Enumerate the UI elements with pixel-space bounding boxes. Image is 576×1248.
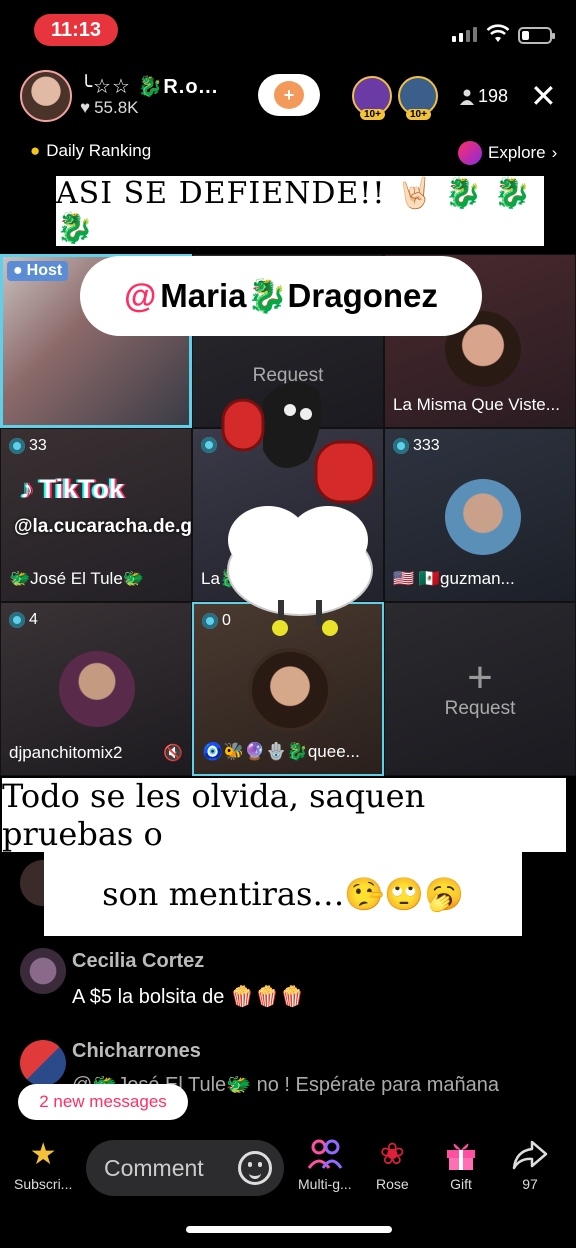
- guest-name: djpanchitomix2: [9, 743, 123, 762]
- guest-cell[interactable]: 4 djpanchitomix2 🔇: [0, 602, 192, 776]
- share-button[interactable]: 97: [512, 1138, 548, 1192]
- request-label: Request: [444, 698, 516, 719]
- guest-name: La Misma Que Viste...: [393, 395, 560, 414]
- daily-ranking[interactable]: ● Daily Ranking: [30, 141, 151, 161]
- follow-button[interactable]: +: [258, 74, 320, 116]
- guest-avatar: [445, 479, 521, 555]
- viewer-count-value: 198: [478, 86, 509, 106]
- guest-score-value: 4: [29, 611, 38, 628]
- mention-at: @: [124, 277, 157, 314]
- heart-plus-icon: +: [274, 81, 304, 109]
- flame-icon: ●: [30, 141, 41, 160]
- daily-ranking-label: Daily Ranking: [46, 141, 152, 160]
- wifi-icon: [486, 24, 510, 42]
- chat-avatar[interactable]: [20, 948, 66, 994]
- gift-icon: [447, 1143, 475, 1170]
- mention-name: Maria🐉Dragonez: [160, 276, 438, 314]
- tiktok-handle: @la.cucaracha.de.g: [14, 516, 192, 537]
- emoji-icon[interactable]: [238, 1151, 272, 1185]
- top-viewer-badge: 10+: [406, 109, 431, 120]
- host-avatar[interactable]: [20, 70, 72, 122]
- host-tag: ● Host: [7, 261, 69, 281]
- guest-name: 🧿🐝🔮🪬🐉quee...: [202, 742, 360, 761]
- tiktok-note-icon: ♪: [20, 474, 34, 504]
- caption-bottom-line2: son mentiras…🤥🙄🥱: [44, 852, 522, 936]
- guest-score: 4: [9, 611, 38, 629]
- heart-icon: ♥: [80, 98, 91, 117]
- guest-score-value: 33: [29, 437, 47, 454]
- mic-muted-icon: 🔇: [163, 745, 183, 762]
- status-time: 11:13: [34, 14, 118, 46]
- cell-signal-icon: [452, 27, 477, 42]
- multi-guest-label: Multi-g...: [298, 1176, 352, 1192]
- guest-cell[interactable]: 33 🐲José El Tule🐲: [0, 428, 192, 602]
- chat-avatar[interactable]: [20, 1040, 66, 1086]
- new-messages-button[interactable]: 2 new messages: [18, 1084, 188, 1120]
- chat-username[interactable]: Chicharrones: [72, 1040, 201, 1063]
- guest-avatar: [248, 648, 332, 732]
- plus-icon: +: [467, 653, 493, 702]
- subscribe-label: Subscri...: [14, 1176, 73, 1192]
- comment-placeholder: Comment: [104, 1154, 204, 1181]
- boxing-sheep-sticker: [221, 382, 376, 636]
- comment-input[interactable]: Comment: [86, 1140, 284, 1196]
- rose-button[interactable]: ❀ Rose: [376, 1138, 409, 1192]
- chevron-right-icon: ›: [551, 143, 558, 162]
- tiktok-brand: TikTok: [39, 474, 125, 504]
- guest-cell[interactable]: 333 🇺🇸 🇲🇽guzman...: [384, 428, 576, 602]
- score-icon: [9, 612, 25, 628]
- likes-count: 55.8K: [94, 98, 139, 117]
- tiktok-logo: ♪ TikTok: [20, 474, 124, 505]
- rose-icon: ❀: [379, 1138, 405, 1171]
- guest-avatar: [59, 651, 135, 727]
- guest-name: 🇺🇸 🇲🇽guzman...: [393, 569, 515, 588]
- request-slot[interactable]: + Request: [384, 602, 576, 776]
- person-icon: [460, 89, 474, 105]
- guest-score-value: 333: [413, 437, 440, 454]
- rose-label: Rose: [376, 1176, 409, 1192]
- close-icon[interactable]: ✕: [530, 80, 557, 112]
- score-icon: [9, 438, 25, 454]
- multi-guest-button[interactable]: Multi-g...: [298, 1138, 352, 1192]
- subscribe-button[interactable]: ★ Subscri...: [14, 1138, 72, 1192]
- mention-sticker: @ Maria🐉Dragonez: [80, 256, 482, 336]
- multi-guest-icon: [307, 1139, 343, 1169]
- viewer-count[interactable]: 198: [460, 86, 508, 107]
- share-count: 97: [522, 1176, 538, 1192]
- battery-icon: [518, 27, 555, 44]
- explore-icon: [458, 141, 482, 165]
- guest-name: 🐲José El Tule🐲: [9, 569, 144, 588]
- top-viewer-avatar-2[interactable]: 10+: [398, 76, 438, 120]
- gift-button[interactable]: Gift: [444, 1138, 478, 1192]
- host-name[interactable]: ╰☆☆ 🐉R.o...: [80, 74, 218, 99]
- top-viewer-badge: 10+: [360, 109, 385, 120]
- top-viewer-avatar-1[interactable]: 10+: [352, 76, 392, 120]
- share-icon: [512, 1140, 548, 1170]
- home-indicator[interactable]: [186, 1226, 392, 1233]
- explore-label: Explore: [488, 143, 546, 162]
- caption-top: ASI SE DEFIENDE!! 🤘🏻 🐉 🐉 🐉: [56, 176, 544, 246]
- star-icon: ★: [29, 1138, 57, 1171]
- chat-message: A $5 la bolsita de 🍿🍿🍿: [72, 986, 305, 1008]
- gift-label: Gift: [450, 1176, 472, 1192]
- explore-button[interactable]: Explore ›: [458, 141, 557, 165]
- guest-score: 33: [9, 437, 47, 455]
- chat-username[interactable]: Cecilia Cortez: [72, 950, 204, 973]
- host-likes: ♥ 55.8K: [80, 98, 139, 118]
- caption-bottom-line1: Todo se les olvida, saquen pruebas o: [2, 777, 566, 853]
- person-icon: ●: [13, 262, 23, 279]
- host-tag-label: Host: [26, 262, 63, 279]
